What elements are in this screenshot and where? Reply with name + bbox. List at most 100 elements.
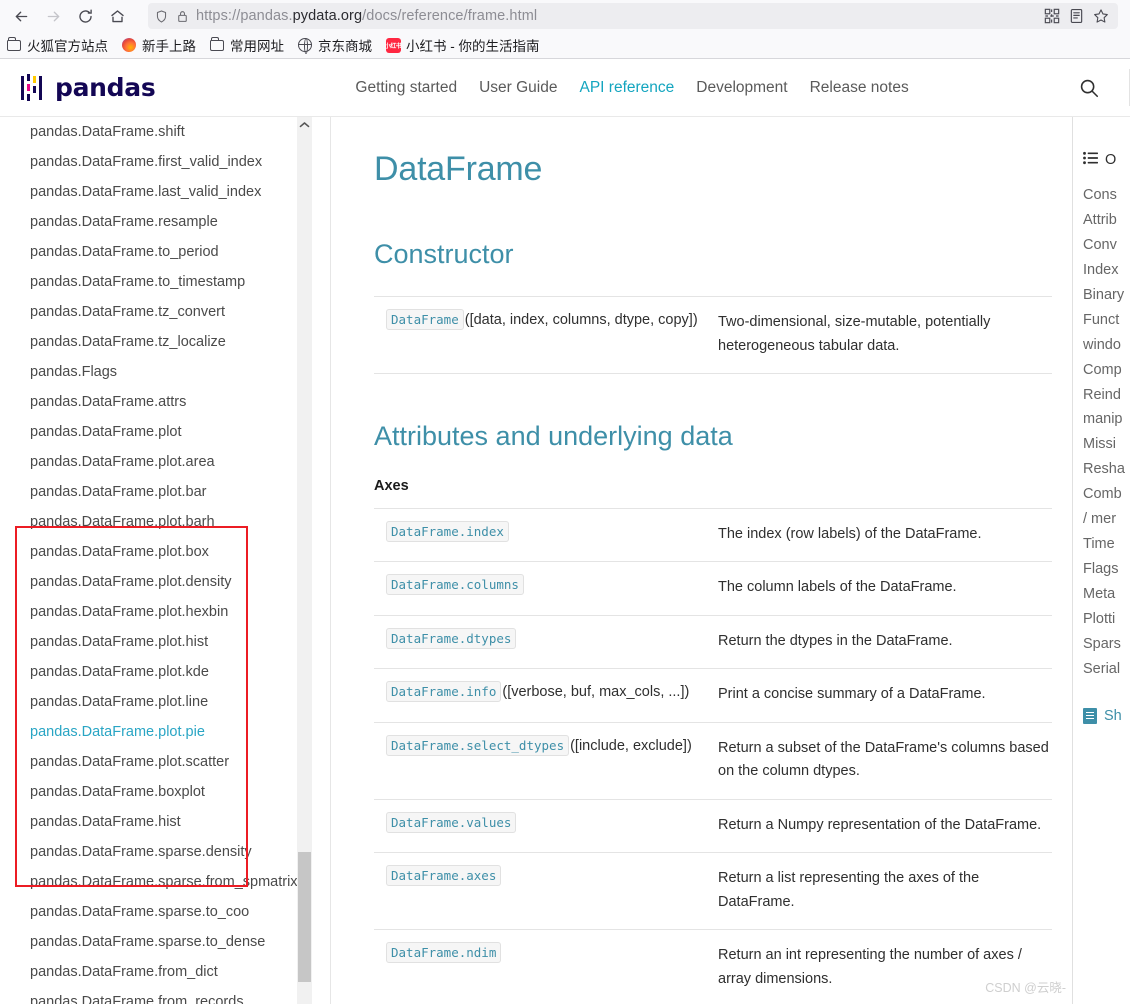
sidebar-item-plot-barh[interactable]: pandas.DataFrame.plot.barh	[30, 507, 312, 537]
nav-release-notes[interactable]: Release notes	[810, 79, 909, 97]
right-toc-item-binary[interactable]: Binary	[1083, 283, 1130, 308]
sidebar-item-tz-convert[interactable]: pandas.DataFrame.tz_convert	[30, 297, 312, 327]
search-icon[interactable]	[1078, 77, 1100, 99]
sidebar-item-sparse-from-spmatrix[interactable]: pandas.DataFrame.sparse.from_spmatrix	[30, 867, 312, 897]
table-row[interactable]: DataFrame.columns The column labels of t…	[374, 561, 1052, 615]
sidebar-scrollbar[interactable]	[297, 117, 312, 1004]
api-code[interactable]: DataFrame.values	[386, 811, 517, 833]
table-row[interactable]: DataFrame ([data, index, columns, dtype, …	[374, 296, 1052, 374]
sidebar-item-plot-bar[interactable]: pandas.DataFrame.plot.bar	[30, 477, 312, 507]
right-toc-item-sparse[interactable]: Spars	[1083, 632, 1130, 657]
section-constructor-title: Constructor	[374, 239, 514, 270]
right-toc-item-reshaping[interactable]: Resha	[1083, 457, 1130, 482]
sidebar-item-sparse-to-coo[interactable]: pandas.DataFrame.sparse.to_coo	[30, 897, 312, 927]
right-toc-item-indexing[interactable]: Index	[1083, 258, 1130, 283]
sidebar-item-flags[interactable]: pandas.Flags	[30, 357, 312, 387]
api-code[interactable]: DataFrame.info	[386, 681, 502, 703]
nav-getting-started[interactable]: Getting started	[355, 79, 457, 97]
table-row[interactable]: DataFrame.index The index (row labels) o…	[374, 508, 1052, 561]
reload-button[interactable]	[70, 2, 100, 30]
sidebar-item-plot-kde[interactable]: pandas.DataFrame.plot.kde	[30, 657, 312, 687]
chevron-up-icon[interactable]	[297, 117, 312, 132]
right-toc-footer-link[interactable]: Sh	[1083, 707, 1130, 724]
sidebar-item-from-records[interactable]: pandas.DataFrame.from_records	[30, 987, 312, 1005]
sidebar-item-from-dict[interactable]: pandas.DataFrame.from_dict	[30, 957, 312, 987]
table-row[interactable]: DataFrame.select_dtypes ([include, exclud…	[374, 722, 1052, 799]
bookmark-item[interactable]: 新手上路	[121, 35, 196, 55]
api-code[interactable]: DataFrame.ndim	[386, 942, 502, 964]
api-code[interactable]: DataFrame.columns	[386, 574, 524, 596]
right-toc-item-function-cont[interactable]: windo	[1083, 333, 1130, 358]
api-code[interactable]: DataFrame.dtypes	[386, 627, 517, 649]
right-toc-item-combine-cont[interactable]: / mer	[1083, 507, 1130, 532]
table-row[interactable]: DataFrame.values Return a Numpy represen…	[374, 799, 1052, 852]
api-code[interactable]: DataFrame.axes	[386, 865, 502, 887]
sidebar-item-plot-hist[interactable]: pandas.DataFrame.plot.hist	[30, 627, 312, 657]
url-bar[interactable]: https://pandas.pydata.org/docs/reference…	[148, 3, 1118, 29]
star-icon[interactable]	[1093, 8, 1109, 24]
sidebar-item-resample[interactable]: pandas.DataFrame.resample	[30, 207, 312, 237]
back-button[interactable]	[6, 2, 36, 30]
sidebar-item-shift[interactable]: pandas.DataFrame.shift	[30, 117, 312, 147]
url-prefix: https://pandas.	[196, 8, 293, 24]
sidebar-item-plot[interactable]: pandas.DataFrame.plot	[30, 417, 312, 447]
sidebar-item-sparse-to-dense[interactable]: pandas.DataFrame.sparse.to_dense	[30, 927, 312, 957]
table-row[interactable]: DataFrame.dtypes Return the dtypes in th…	[374, 615, 1052, 668]
sidebar-item-tz-localize[interactable]: pandas.DataFrame.tz_localize	[30, 327, 312, 357]
right-toc-item-computations[interactable]: Comp	[1083, 358, 1130, 383]
section-attributes-title: Attributes and underlying data	[374, 421, 733, 452]
pandas-logo[interactable]: pandas	[20, 73, 156, 103]
right-toc-item-plotting[interactable]: Plotti	[1083, 607, 1130, 632]
bookmark-item[interactable]: 小红书 小红书 - 你的生活指南	[385, 35, 540, 55]
sidebar-item-sparse-density[interactable]: pandas.DataFrame.sparse.density	[30, 837, 312, 867]
sidebar-item-plot-hexbin[interactable]: pandas.DataFrame.plot.hexbin	[30, 597, 312, 627]
right-toc-item-missing[interactable]: Missi	[1083, 432, 1130, 457]
sidebar-item-last-valid-index[interactable]: pandas.DataFrame.last_valid_index	[30, 177, 312, 207]
table-row[interactable]: DataFrame.axes Return a list representin…	[374, 852, 1052, 930]
sidebar-item-plot-pie[interactable]: pandas.DataFrame.plot.pie	[30, 717, 312, 747]
bookmark-item[interactable]: 京东商城	[297, 35, 372, 55]
api-code[interactable]: DataFrame	[386, 309, 464, 331]
right-toc-item-serialization[interactable]: Serial	[1083, 657, 1130, 682]
reader-view-icon[interactable]	[1069, 8, 1084, 24]
table-row[interactable]: DataFrame.ndim Return an int representin…	[374, 929, 1052, 1004]
api-code[interactable]: DataFrame.index	[386, 520, 509, 542]
qr-code-icon[interactable]	[1044, 8, 1060, 24]
home-button[interactable]	[102, 2, 132, 30]
sidebar-item-to-timestamp[interactable]: pandas.DataFrame.to_timestamp	[30, 267, 312, 297]
right-toc-item-metadata[interactable]: Meta	[1083, 582, 1130, 607]
table-row[interactable]: DataFrame.info ([verbose, buf, max_cols, …	[374, 668, 1052, 722]
url-text[interactable]: https://pandas.pydata.org/docs/reference…	[196, 8, 1037, 24]
sidebar-item-to-period[interactable]: pandas.DataFrame.to_period	[30, 237, 312, 267]
right-toc-item-reindex-cont[interactable]: manip	[1083, 407, 1130, 432]
nav-api-reference[interactable]: API reference	[580, 79, 675, 97]
right-toc-item-combining[interactable]: Comb	[1083, 482, 1130, 507]
sidebar-item-attrs[interactable]: pandas.DataFrame.attrs	[30, 387, 312, 417]
sidebar-item-plot-area[interactable]: pandas.DataFrame.plot.area	[30, 447, 312, 477]
right-toc-item-function[interactable]: Funct	[1083, 308, 1130, 333]
right-toc-item-conversion[interactable]: Conv	[1083, 233, 1130, 258]
sidebar-item-boxplot[interactable]: pandas.DataFrame.boxplot	[30, 777, 312, 807]
nav-development[interactable]: Development	[696, 79, 787, 97]
bookmark-item[interactable]: 常用网址	[209, 35, 284, 55]
sidebar-item-plot-box[interactable]: pandas.DataFrame.plot.box	[30, 537, 312, 567]
bookmark-item[interactable]: 火狐官方站点	[6, 35, 108, 55]
forward-button[interactable]	[38, 2, 68, 30]
right-toc-item-reindexing[interactable]: Reind	[1083, 383, 1130, 408]
right-toc-item-attributes[interactable]: Attrib	[1083, 208, 1130, 233]
api-code[interactable]: DataFrame.select_dtypes	[386, 734, 570, 756]
sidebar-item-plot-density[interactable]: pandas.DataFrame.plot.density	[30, 567, 312, 597]
api-args: ([include, exclude])	[570, 737, 692, 754]
right-toc-item-flags[interactable]: Flags	[1083, 557, 1130, 582]
sidebar-item-plot-line[interactable]: pandas.DataFrame.plot.line	[30, 687, 312, 717]
api-description: Return an int representing the number of…	[718, 947, 1022, 987]
nav-user-guide[interactable]: User Guide	[479, 79, 557, 97]
right-toc-item-time[interactable]: Time	[1083, 532, 1130, 557]
shield-icon[interactable]	[154, 9, 169, 24]
lock-icon[interactable]	[176, 9, 189, 24]
right-toc-item-constructor[interactable]: Cons	[1083, 183, 1130, 208]
sidebar-item-hist[interactable]: pandas.DataFrame.hist	[30, 807, 312, 837]
sidebar-scrollbar-thumb[interactable]	[298, 852, 311, 982]
sidebar-item-plot-scatter[interactable]: pandas.DataFrame.plot.scatter	[30, 747, 312, 777]
sidebar-item-first-valid-index[interactable]: pandas.DataFrame.first_valid_index	[30, 147, 312, 177]
